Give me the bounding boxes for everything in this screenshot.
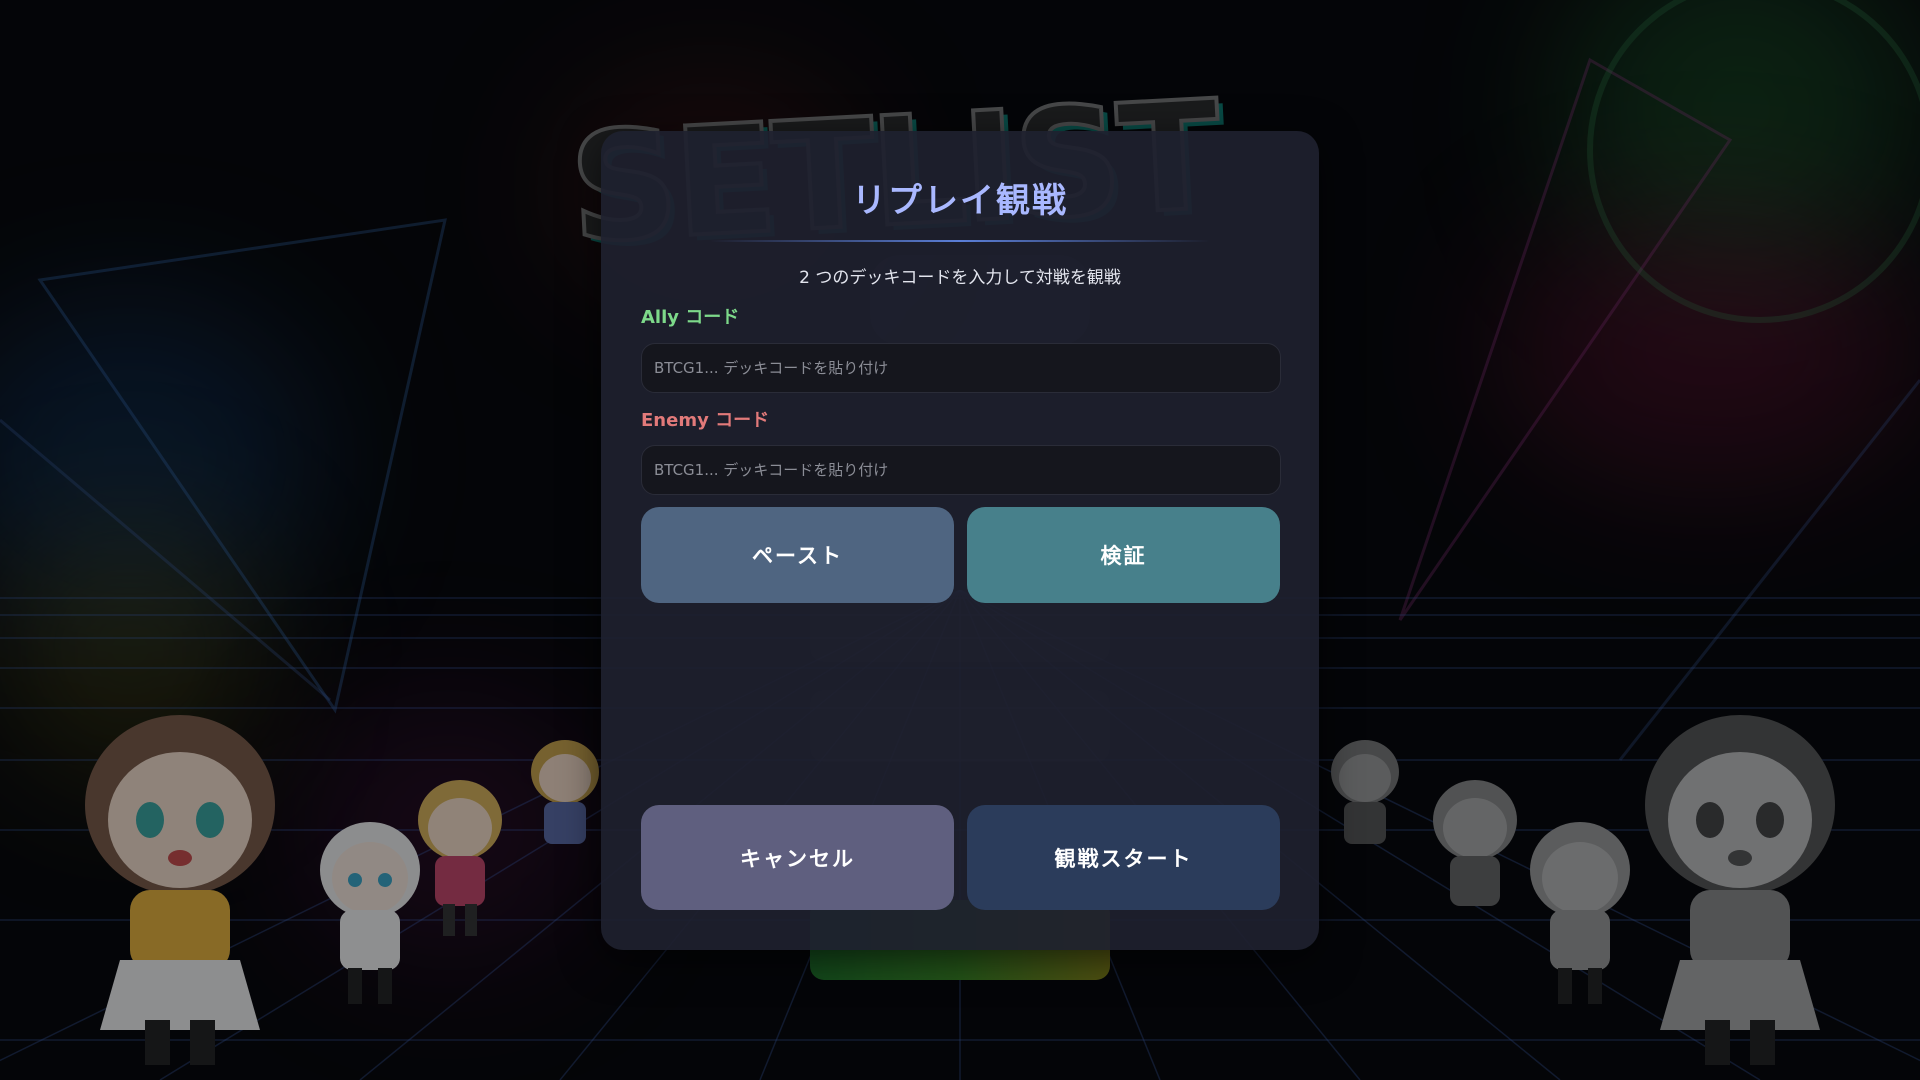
dialog-title: リプレイ観戦: [852, 181, 1068, 221]
ally-code-label: Ally コード: [641, 307, 740, 328]
dialog-subtitle: 2 つのデッキコードを入力して対戦を観戦: [799, 268, 1121, 288]
paste-button[interactable]: ペースト: [641, 507, 954, 603]
enemy-code-label: Enemy コード: [641, 410, 770, 431]
start-watching-button[interactable]: 観戦スタート: [967, 805, 1280, 910]
ally-code-input[interactable]: [641, 343, 1281, 393]
title-divider: [710, 240, 1210, 242]
verify-button[interactable]: 検証: [967, 507, 1280, 603]
enemy-code-input[interactable]: [641, 445, 1281, 495]
replay-watch-dialog: リプレイ観戦 2 つのデッキコードを入力して対戦を観戦 Ally コード Ene…: [601, 131, 1319, 950]
cancel-button[interactable]: キャンセル: [641, 805, 954, 910]
